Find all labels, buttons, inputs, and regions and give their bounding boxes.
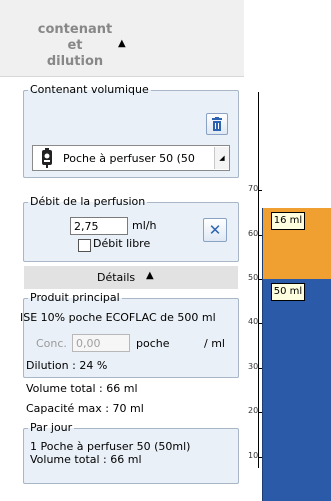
- y-tick-label: 30: [248, 361, 259, 371]
- conc-label: Conc.: [36, 337, 67, 350]
- capacite-max: Capacité max : 70 ml: [26, 402, 144, 415]
- triangle-up-icon[interactable]: ▲: [146, 270, 154, 281]
- conc-unit: poche: [136, 337, 170, 350]
- volume-total: Volume total : 66 ml: [26, 382, 138, 395]
- debit-libre-checkbox[interactable]: [78, 239, 91, 252]
- y-tick-label: 10: [248, 450, 259, 460]
- bar-value-label: 50 ml: [271, 283, 305, 301]
- header[interactable]: contenant et dilution ▲: [0, 0, 244, 77]
- par-jour-line1: 1 Poche à perfuser 50 (50ml): [30, 440, 191, 453]
- contenant-legend: Contenant volumique: [30, 83, 149, 96]
- delete-contenant-button[interactable]: [206, 113, 228, 135]
- debit-legend: Débit de la perfusion: [30, 195, 146, 208]
- debit-unit: ml/h: [132, 219, 157, 232]
- dilution-text: Dilution : 24 %: [26, 359, 108, 372]
- produit-name: ISE 10% poche ECOFLAC de 500 ml: [20, 311, 216, 324]
- contenant-select[interactable]: Poche à perfuser 50 (50 ◢: [32, 145, 230, 171]
- close-icon: ✕: [208, 221, 222, 239]
- par-jour-line2: Volume total : 66 ml: [30, 453, 142, 466]
- per-ml-label: / ml: [204, 337, 225, 350]
- par-jour-legend: Par jour: [30, 421, 73, 434]
- debit-input[interactable]: 2,75: [70, 217, 128, 235]
- details-label: Détails: [97, 271, 136, 284]
- y-tick-label: 40: [248, 317, 259, 327]
- y-tick-label: 50: [248, 273, 259, 282]
- chevron-down-icon[interactable]: ◢: [214, 147, 229, 169]
- header-title: contenant et dilution: [37, 22, 113, 69]
- left-panel: contenant et dilution ▲ Contenant volumiqu…: [0, 0, 244, 484]
- conc-input[interactable]: 0,00: [72, 334, 130, 352]
- y-tick-mark: [258, 190, 262, 192]
- details-toggle[interactable]: Détails ▲: [24, 266, 238, 289]
- y-tick-label: 70: [248, 184, 259, 194]
- debit-libre-label: Débit libre: [93, 237, 151, 250]
- trash-icon: [212, 117, 222, 131]
- bar-value-label: 16 ml: [271, 211, 305, 230]
- y-tick-label: 60: [248, 228, 259, 238]
- produit-legend: Produit principal: [30, 291, 120, 304]
- y-tick-label: 20: [248, 406, 259, 416]
- clear-debit-button[interactable]: ✕: [203, 218, 227, 242]
- triangle-up-icon[interactable]: ▲: [118, 38, 126, 49]
- contenant-selected-text: Poche à perfuser 50 (50: [63, 151, 195, 165]
- infusion-pump-icon: [42, 148, 52, 168]
- volume-chart: 10 20 30 40 50 60 70 50 ml 16 ml: [244, 88, 331, 501]
